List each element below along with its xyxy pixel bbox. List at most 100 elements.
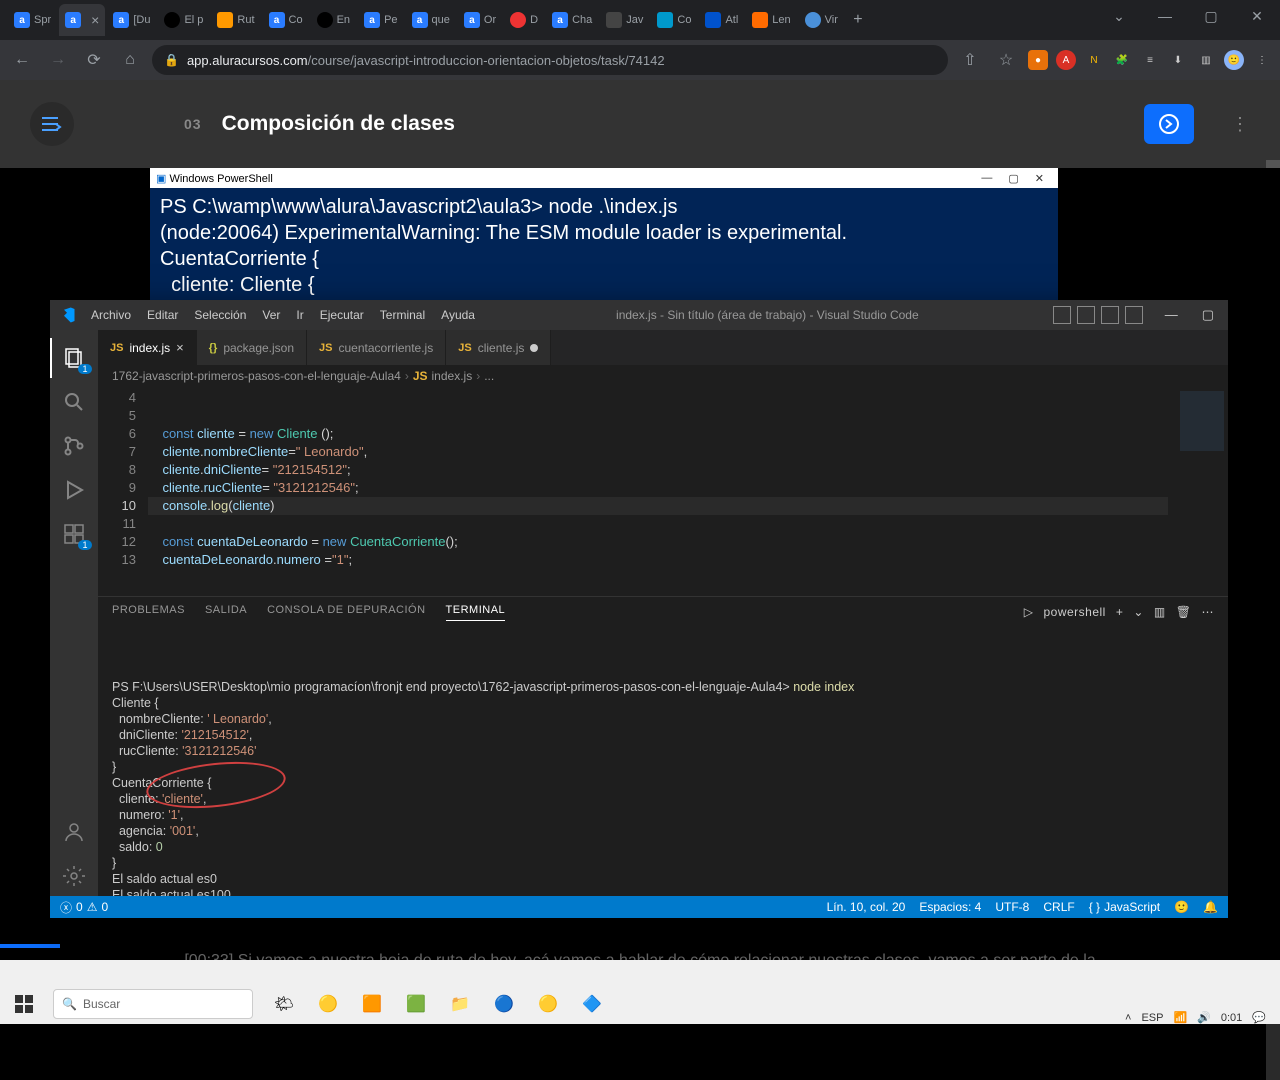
status-eol[interactable]: CRLF: [1043, 900, 1074, 914]
status-errors[interactable]: ⓧ 0 ⚠ 0: [60, 899, 108, 916]
taskbar-app[interactable]: 🔵: [484, 984, 524, 1024]
browser-tab[interactable]: a×: [59, 4, 105, 36]
taskbar-app[interactable]: 🌤: [264, 984, 304, 1024]
code-line[interactable]: [148, 389, 1168, 407]
kebab-menu-icon[interactable]: ⋮: [1230, 104, 1250, 144]
layout-icon[interactable]: [1053, 306, 1071, 324]
new-tab-button[interactable]: +: [844, 6, 872, 34]
source-control-icon[interactable]: [50, 426, 98, 466]
extensions-icon[interactable]: 1: [50, 514, 98, 554]
window-close-button[interactable]: ✕: [1234, 0, 1280, 32]
chevron-down-icon[interactable]: ⌄: [1133, 605, 1144, 619]
taskbar-chrome-icon[interactable]: 🟡: [308, 984, 348, 1024]
breadcrumb[interactable]: 1762-javascript-primeros-pasos-con-el-le…: [98, 365, 1228, 387]
editor-tab[interactable]: {}package.json: [197, 330, 307, 365]
new-terminal-icon[interactable]: +: [1116, 605, 1124, 619]
run-debug-icon[interactable]: [50, 470, 98, 510]
code-editor[interactable]: 45678910111213 const cliente = new Clien…: [98, 387, 1228, 596]
media-icon[interactable]: ≡: [1140, 50, 1160, 70]
trash-icon[interactable]: 🗑: [1176, 605, 1192, 619]
menu-ejecutar[interactable]: Ejecutar: [313, 304, 371, 326]
extension-icon[interactable]: N: [1084, 50, 1104, 70]
bookmark-star-icon[interactable]: ☆: [992, 46, 1020, 74]
more-icon[interactable]: ⋯: [1202, 605, 1215, 619]
terminal-launch-icon[interactable]: ▷: [1024, 605, 1034, 619]
downloads-icon[interactable]: ⬇: [1168, 50, 1188, 70]
terminal-output[interactable]: PS F:\Users\USER\Desktop\mio programacío…: [98, 627, 1228, 896]
menu-selección[interactable]: Selección: [187, 304, 253, 326]
code-line[interactable]: cliente.dniCliente= "212154512";: [148, 461, 1168, 479]
profile-avatar[interactable]: 🙂: [1224, 50, 1244, 70]
code-line[interactable]: cliente.rucCliente= "3121212546";: [148, 479, 1168, 497]
browser-tab[interactable]: D: [504, 4, 544, 36]
menu-ayuda[interactable]: Ayuda: [434, 304, 482, 326]
status-language[interactable]: { } JavaScript: [1089, 900, 1160, 914]
browser-tab[interactable]: aOr: [458, 4, 502, 36]
tray-clock[interactable]: 0:01: [1221, 1012, 1242, 1024]
window-minimize-button[interactable]: —: [1159, 307, 1184, 323]
panel-tab-terminal[interactable]: TERMINAL: [446, 604, 506, 621]
status-spaces[interactable]: Espacios: 4: [919, 900, 981, 914]
browser-tab[interactable]: aque: [406, 4, 456, 36]
taskbar-app[interactable]: 🟧: [352, 984, 392, 1024]
chevron-down-icon[interactable]: ⌄: [1096, 0, 1142, 32]
editor-tab[interactable]: JSindex.js×: [98, 330, 197, 365]
editor-tab[interactable]: JScuentacorriente.js: [307, 330, 446, 365]
menu-editar[interactable]: Editar: [140, 304, 185, 326]
search-icon[interactable]: [50, 382, 98, 422]
settings-gear-icon[interactable]: [50, 856, 98, 896]
tray-wifi-icon[interactable]: 📶: [1173, 1011, 1187, 1024]
browser-tab[interactable]: aPe: [358, 4, 403, 36]
layout-icon[interactable]: [1077, 306, 1095, 324]
terminal-shell-label[interactable]: powershell: [1043, 605, 1105, 619]
editor-tab[interactable]: JScliente.js: [446, 330, 551, 365]
minimap[interactable]: [1168, 387, 1228, 596]
code-line[interactable]: cuentaDeLeonardo.numero ="1";: [148, 551, 1168, 569]
browser-tab[interactable]: Len: [746, 4, 796, 36]
home-button[interactable]: ⌂: [116, 46, 144, 74]
share-icon[interactable]: ⇧: [956, 46, 984, 74]
window-minimize-button[interactable]: —: [1142, 0, 1188, 32]
tray-lang[interactable]: ESP: [1141, 1012, 1163, 1024]
back-button[interactable]: ←: [8, 46, 36, 74]
address-bar[interactable]: 🔒 app.aluracursos.com/course/javascript-…: [152, 45, 948, 75]
panel-tab-consola de depuración[interactable]: CONSOLA DE DEPURACIÓN: [267, 604, 425, 620]
status-bell-icon[interactable]: 🔔: [1203, 900, 1218, 914]
status-encoding[interactable]: UTF-8: [995, 900, 1029, 914]
extension-icon[interactable]: ●: [1028, 50, 1048, 70]
menu-ver[interactable]: Ver: [255, 304, 287, 326]
kebab-menu-icon[interactable]: ⋮: [1252, 50, 1272, 70]
close-icon[interactable]: ×: [176, 340, 184, 355]
menu-ir[interactable]: Ir: [289, 304, 310, 326]
browser-tab[interactable]: Atl: [699, 4, 744, 36]
panel-tab-salida[interactable]: SALIDA: [205, 604, 247, 620]
browser-tab[interactable]: El p: [158, 4, 209, 36]
layout-icon[interactable]: [1125, 306, 1143, 324]
tray-chevron-icon[interactable]: ˄: [1125, 1012, 1131, 1024]
taskbar-app[interactable]: 📁: [440, 984, 480, 1024]
close-icon[interactable]: ×: [91, 12, 99, 28]
browser-tab[interactable]: aCo: [263, 4, 309, 36]
panel-tab-problemas[interactable]: PROBLEMAS: [112, 604, 185, 620]
browser-tab[interactable]: a[Du: [107, 4, 156, 36]
status-ln-col[interactable]: Lín. 10, col. 20: [827, 900, 906, 914]
status-feedback-icon[interactable]: 🙂: [1174, 900, 1189, 914]
tray-notifications-icon[interactable]: 💬: [1252, 1011, 1266, 1024]
taskbar-search[interactable]: 🔍Buscar: [53, 989, 253, 1019]
browser-tab[interactable]: Jav: [600, 4, 649, 36]
taskbar-app[interactable]: 🟩: [396, 984, 436, 1024]
course-menu-button[interactable]: [30, 102, 74, 146]
split-terminal-icon[interactable]: ▥: [1154, 605, 1166, 619]
window-maximize-button[interactable]: ▢: [1188, 0, 1234, 32]
layout-icon[interactable]: [1101, 306, 1119, 324]
code-line[interactable]: const cliente = new Cliente ();: [148, 425, 1168, 443]
taskbar-vscode-icon[interactable]: 🔷: [572, 984, 612, 1024]
account-icon[interactable]: [50, 812, 98, 852]
code-line[interactable]: console.log(cliente): [148, 497, 1168, 515]
code-line[interactable]: cliente.nombreCliente=" Leonardo",: [148, 443, 1168, 461]
code-line[interactable]: [148, 515, 1168, 533]
menu-archivo[interactable]: Archivo: [84, 304, 138, 326]
browser-tab[interactable]: Co: [651, 4, 697, 36]
browser-tab[interactable]: aCha: [546, 4, 598, 36]
extensions-puzzle-icon[interactable]: 🧩: [1112, 50, 1132, 70]
